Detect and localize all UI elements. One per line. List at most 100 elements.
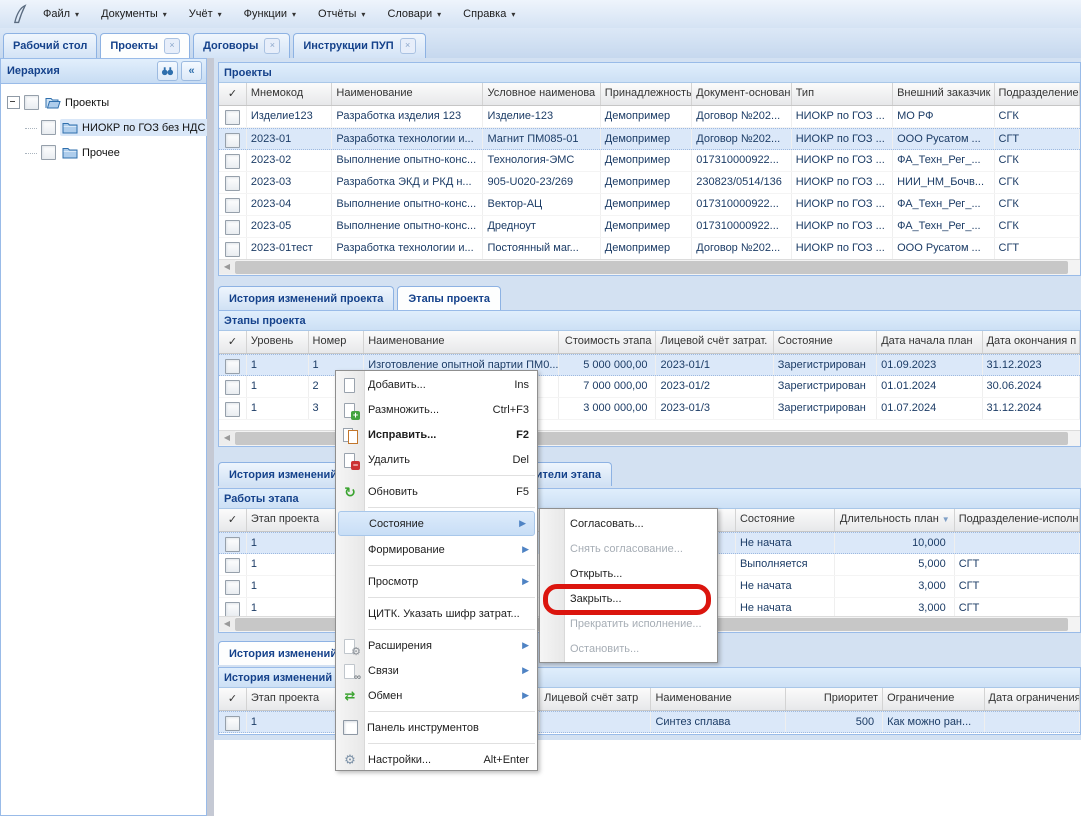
column-header[interactable]: Состояние [774, 331, 877, 353]
sub-tab[interactable]: Этапы проекта [397, 286, 501, 310]
menubar-item[interactable]: Файл▾ [32, 0, 90, 28]
submenu-item[interactable]: Прекратить исполнение... [540, 612, 717, 637]
column-header[interactable]: Документ-основан [692, 83, 791, 105]
row-checkbox[interactable] [225, 716, 240, 731]
row-checkbox[interactable] [225, 602, 240, 617]
table-row[interactable]: Изделие123Разработка изделия 123Изделие-… [219, 106, 1080, 128]
menu-item[interactable]: Размножить...Ctrl+F3 [336, 397, 537, 422]
main-tab[interactable]: Рабочий стол [3, 33, 97, 58]
menu-item[interactable]: ⚙Настройки...Alt+Enter [336, 747, 537, 772]
menu-item[interactable]: ЦИТК. Указать шифр затрат... [336, 601, 537, 626]
search-button[interactable] [157, 61, 178, 81]
main-tab[interactable]: Проекты× [100, 33, 190, 58]
row-checkbox[interactable] [225, 402, 240, 417]
table-row[interactable]: 2023-05Выполнение опытно-конс...Дредноут… [219, 216, 1080, 238]
menu-item[interactable]: Добавить...Ins [336, 372, 537, 397]
table-row[interactable]: 2023-04Выполнение опытно-конс...Вектор-А… [219, 194, 1080, 216]
tree-item[interactable]: Прочее [3, 140, 204, 165]
scroll-left-arrow-icon[interactable]: ◀ [219, 617, 235, 631]
menubar-item[interactable]: Отчёты▾ [307, 0, 376, 28]
column-header[interactable]: Лицевой счёт затр [540, 688, 651, 710]
row-checkbox[interactable] [225, 558, 240, 573]
column-header[interactable]: Условное наименова [483, 83, 600, 105]
column-header[interactable]: Мнемокод [247, 83, 333, 105]
column-header[interactable]: ✓ [219, 83, 247, 105]
column-header[interactable]: Длительность план▼ [835, 509, 954, 531]
main-tab[interactable]: Договоры× [193, 33, 290, 58]
menu-item[interactable]: Формирование▶ [336, 537, 537, 562]
column-header[interactable]: Дата окончания п [983, 331, 1080, 353]
collapse-sidebar-button[interactable]: « [181, 61, 202, 81]
column-header[interactable]: Этап проекта [247, 509, 346, 531]
tree-checkbox[interactable] [41, 120, 56, 135]
column-header[interactable]: ✓ [219, 688, 247, 710]
row-checkbox[interactable] [225, 176, 240, 191]
row-checkbox[interactable] [225, 110, 240, 125]
tree-item[interactable]: Проекты [3, 90, 204, 115]
column-header[interactable]: Этап проекта [247, 688, 346, 710]
menu-item[interactable]: Состояние▶ [338, 511, 535, 536]
row-checkbox[interactable] [225, 580, 240, 595]
column-header[interactable]: Подразделение-от [995, 83, 1081, 105]
row-checkbox[interactable] [225, 359, 240, 374]
column-header[interactable]: Принадлежность [601, 83, 692, 105]
menubar-item[interactable]: Документы▾ [90, 0, 178, 28]
menu-item[interactable]: Исправить...F2 [336, 422, 537, 447]
tab-close-icon[interactable]: × [400, 38, 416, 54]
table-row[interactable]: 2023-01тестРазработка технологии и...Пос… [219, 238, 1080, 260]
menu-item[interactable]: УдалитьDel [336, 447, 537, 472]
row-checkbox[interactable] [225, 154, 240, 169]
tree-checkbox[interactable] [24, 95, 39, 110]
submenu-item-annotated[interactable]: Закрыть... [540, 587, 717, 612]
column-header[interactable]: Стоимость этапа [559, 331, 656, 353]
row-checkbox[interactable] [225, 133, 240, 148]
menu-item[interactable]: ⇄Обмен▶ [336, 683, 537, 708]
tree-item[interactable]: НИОКР по ГОЗ без НДС [3, 115, 204, 140]
table-row[interactable]: 2023-01Разработка технологии и...Магнит … [219, 128, 1080, 150]
sidebar-splitter[interactable] [207, 58, 214, 816]
submenu-item[interactable]: Открыть... [540, 562, 717, 587]
table-row[interactable]: 2023-03Разработка ЭКД и РКД н...905-U020… [219, 172, 1080, 194]
column-header[interactable]: Наименование [651, 688, 785, 710]
menu-item[interactable]: ↻ОбновитьF5 [336, 479, 537, 504]
main-tab[interactable]: Инструкции ПУП× [293, 33, 425, 58]
tab-close-icon[interactable]: × [264, 38, 280, 54]
column-header[interactable]: Дата ограничения [985, 688, 1080, 710]
row-checkbox[interactable] [225, 220, 240, 235]
sub-tab[interactable]: История изменений проекта [218, 286, 394, 310]
tree-checkbox[interactable] [41, 145, 56, 160]
row-checkbox[interactable] [225, 537, 240, 552]
column-header[interactable]: Тип [792, 83, 893, 105]
menu-item[interactable]: Просмотр▶ [336, 569, 537, 594]
column-header[interactable]: Ограничение [883, 688, 984, 710]
column-header[interactable]: Наименование [364, 331, 559, 353]
column-header[interactable]: Внешний заказчик [893, 83, 994, 105]
row-checkbox[interactable] [225, 380, 240, 395]
row-checkbox[interactable] [225, 198, 240, 213]
column-header[interactable]: Приоритет [786, 688, 883, 710]
column-header[interactable]: Лицевой счёт затрат. [656, 331, 773, 353]
tab-close-icon[interactable]: × [164, 38, 180, 54]
scrollbar-thumb[interactable] [235, 261, 1068, 274]
menubar-item[interactable]: Справка▾ [452, 0, 526, 28]
column-header[interactable]: ✓ [219, 509, 247, 531]
menubar-item[interactable]: Словари▾ [376, 0, 452, 28]
horizontal-scrollbar[interactable]: ◀ [219, 259, 1080, 275]
column-header[interactable]: Наименование [332, 83, 483, 105]
column-header[interactable]: Уровень [247, 331, 309, 353]
menubar-item[interactable]: Функции▾ [233, 0, 307, 28]
submenu-item[interactable]: Снять согласование... [540, 537, 717, 562]
menu-item[interactable]: Связи▶ [336, 658, 537, 683]
column-header[interactable]: Номер [309, 331, 365, 353]
scroll-left-arrow-icon[interactable]: ◀ [219, 431, 235, 445]
submenu-item[interactable]: Согласовать... [540, 512, 717, 537]
tree-collapse-icon[interactable] [7, 96, 20, 109]
menu-item[interactable]: Панель инструментов [336, 715, 537, 740]
menubar-item[interactable]: Учёт▾ [178, 0, 233, 28]
column-header[interactable]: Подразделение-исполни [955, 509, 1080, 531]
sub-tab[interactable]: История изменений [218, 641, 348, 665]
table-row[interactable]: 2023-02Выполнение опытно-конс...Технолог… [219, 150, 1080, 172]
submenu-item[interactable]: Остановить... [540, 637, 717, 662]
row-checkbox[interactable] [225, 242, 240, 257]
column-header[interactable]: Состояние [736, 509, 835, 531]
